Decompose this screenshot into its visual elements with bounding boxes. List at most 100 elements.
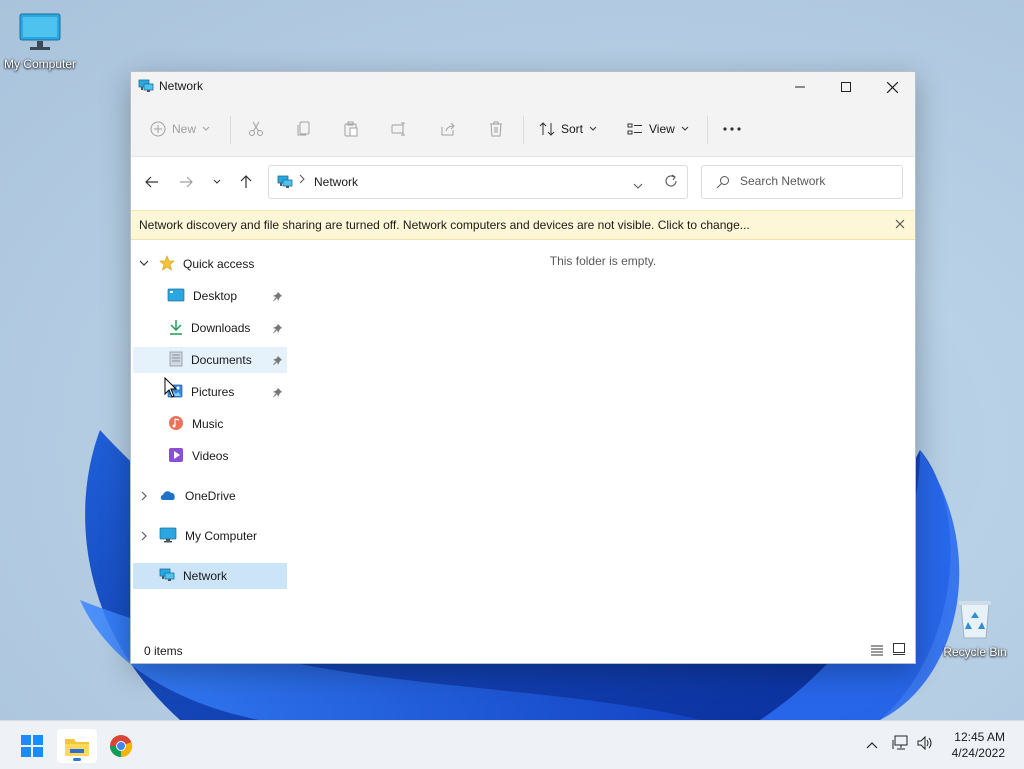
network-status-icon[interactable]	[892, 735, 910, 754]
paste-button[interactable]	[343, 116, 359, 142]
command-bar: New Sort View	[131, 102, 915, 157]
address-breadcrumb[interactable]: Network	[314, 175, 358, 189]
sidebar-item-network[interactable]: Network	[133, 563, 287, 589]
minimize-icon	[795, 86, 805, 88]
sidebar-item-label: Documents	[191, 353, 252, 367]
taskbar-chrome[interactable]	[101, 729, 141, 763]
forward-button[interactable]	[174, 171, 198, 193]
details-view-icon	[871, 645, 883, 656]
new-label: New	[172, 122, 197, 136]
arrow-right-icon	[180, 176, 193, 188]
pin-icon[interactable]	[273, 291, 283, 305]
close-icon	[886, 81, 898, 93]
up-button[interactable]	[234, 171, 258, 193]
search-box[interactable]	[701, 165, 903, 199]
active-indicator	[73, 758, 81, 761]
chevron-right-icon[interactable]	[139, 529, 149, 546]
sidebar-item-my-computer[interactable]: My Computer	[131, 523, 287, 549]
address-bar[interactable]: Network	[268, 165, 688, 199]
file-explorer-window: Network New Sort View Network Search Net…	[130, 71, 916, 664]
maximize-button[interactable]	[823, 72, 869, 102]
new-button[interactable]: New	[150, 116, 210, 142]
sidebar-item-desktop[interactable]: Desktop	[131, 283, 287, 309]
chevron-down-icon	[589, 126, 597, 131]
chevron-down-icon	[633, 183, 643, 189]
network-icon	[138, 78, 154, 97]
minimize-button[interactable]	[777, 72, 823, 102]
desktop-icon-recycle-bin[interactable]: Recycle Bin	[935, 598, 1015, 659]
empty-folder-message: This folder is empty.	[549, 254, 657, 268]
infobar-message[interactable]: Network discovery and file sharing are t…	[139, 218, 750, 232]
chevron-right-icon[interactable]	[139, 489, 149, 506]
desktop-icon-label: My Computer	[3, 57, 77, 71]
pin-icon[interactable]	[273, 323, 283, 337]
sidebar-item-label: Downloads	[191, 321, 251, 335]
sidebar-item-music[interactable]: Music	[131, 411, 287, 437]
view-button[interactable]: View	[627, 116, 689, 142]
window-title: Network	[159, 79, 204, 93]
back-button[interactable]	[140, 171, 164, 193]
start-button[interactable]	[12, 729, 52, 763]
navigation-pane: Quick access Desktop Downloads Documents	[131, 239, 291, 634]
divider	[230, 116, 231, 144]
cut-button[interactable]	[248, 116, 264, 142]
infobar-close-button[interactable]	[895, 216, 905, 232]
item-count: 0 items	[144, 644, 183, 658]
more-options-button[interactable]	[723, 116, 741, 142]
ellipsis-icon	[723, 127, 741, 131]
copy-button[interactable]	[296, 116, 312, 142]
divider	[523, 116, 524, 144]
sidebar-item-downloads[interactable]: Downloads	[131, 315, 287, 341]
sidebar-item-documents[interactable]: Documents	[133, 347, 287, 373]
mouse-cursor	[164, 377, 178, 398]
close-icon	[895, 219, 905, 229]
address-history-button[interactable]	[633, 178, 643, 192]
view-label: View	[649, 122, 675, 136]
large-icons-view-button[interactable]	[893, 643, 905, 658]
sort-button[interactable]: Sort	[539, 116, 597, 142]
recent-locations-button[interactable]	[205, 171, 229, 193]
network-discovery-infobar[interactable]: Network discovery and file sharing are t…	[131, 210, 915, 240]
sort-label: Sort	[561, 122, 584, 136]
status-bar: 0 items	[131, 640, 915, 662]
show-hidden-icons-button[interactable]	[866, 738, 878, 752]
sidebar-item-label: OneDrive	[185, 489, 236, 503]
chevron-up-icon	[866, 742, 878, 749]
sidebar-item-quick-access[interactable]: Quick access	[131, 251, 287, 277]
refresh-button[interactable]	[664, 174, 678, 191]
pin-icon[interactable]	[273, 387, 283, 401]
rename-button[interactable]	[391, 116, 407, 142]
windows-logo-icon	[21, 735, 43, 757]
pin-icon[interactable]	[273, 355, 283, 369]
search-icon	[716, 175, 730, 192]
close-button[interactable]	[869, 72, 915, 102]
view-icon	[627, 123, 642, 135]
sidebar-item-pictures[interactable]: Pictures	[131, 379, 287, 405]
sort-icon	[539, 122, 555, 136]
chevron-down-icon[interactable]	[139, 257, 149, 274]
sidebar-item-onedrive[interactable]: OneDrive	[131, 483, 287, 509]
sidebar-item-label: Quick access	[183, 257, 255, 271]
details-view-button[interactable]	[871, 644, 883, 659]
chrome-icon	[110, 735, 133, 758]
share-button[interactable]	[440, 116, 456, 142]
taskbar-file-explorer[interactable]	[57, 729, 97, 763]
sidebar-item-label: Desktop	[193, 289, 238, 303]
desktop-icon-my-computer[interactable]: My Computer	[0, 12, 80, 71]
paste-icon	[344, 121, 358, 137]
onedrive-cloud-icon	[159, 489, 177, 504]
monitor-icon	[0, 12, 80, 55]
system-clock[interactable]: 12:45 AM 4/24/2022	[952, 729, 1005, 761]
search-input[interactable]	[740, 174, 890, 188]
title-bar[interactable]: Network	[131, 72, 915, 102]
clock-time: 12:45 AM	[954, 730, 1005, 744]
sidebar-item-videos[interactable]: Videos	[131, 443, 287, 469]
chevron-down-icon	[202, 126, 210, 131]
delete-button[interactable]	[488, 116, 504, 142]
volume-icon[interactable]	[917, 735, 935, 754]
maximize-icon	[841, 82, 851, 92]
sidebar-item-label: Pictures	[191, 385, 235, 399]
download-icon	[169, 319, 183, 338]
folder-icon	[65, 739, 89, 756]
navigation-bar: Network	[131, 157, 915, 207]
